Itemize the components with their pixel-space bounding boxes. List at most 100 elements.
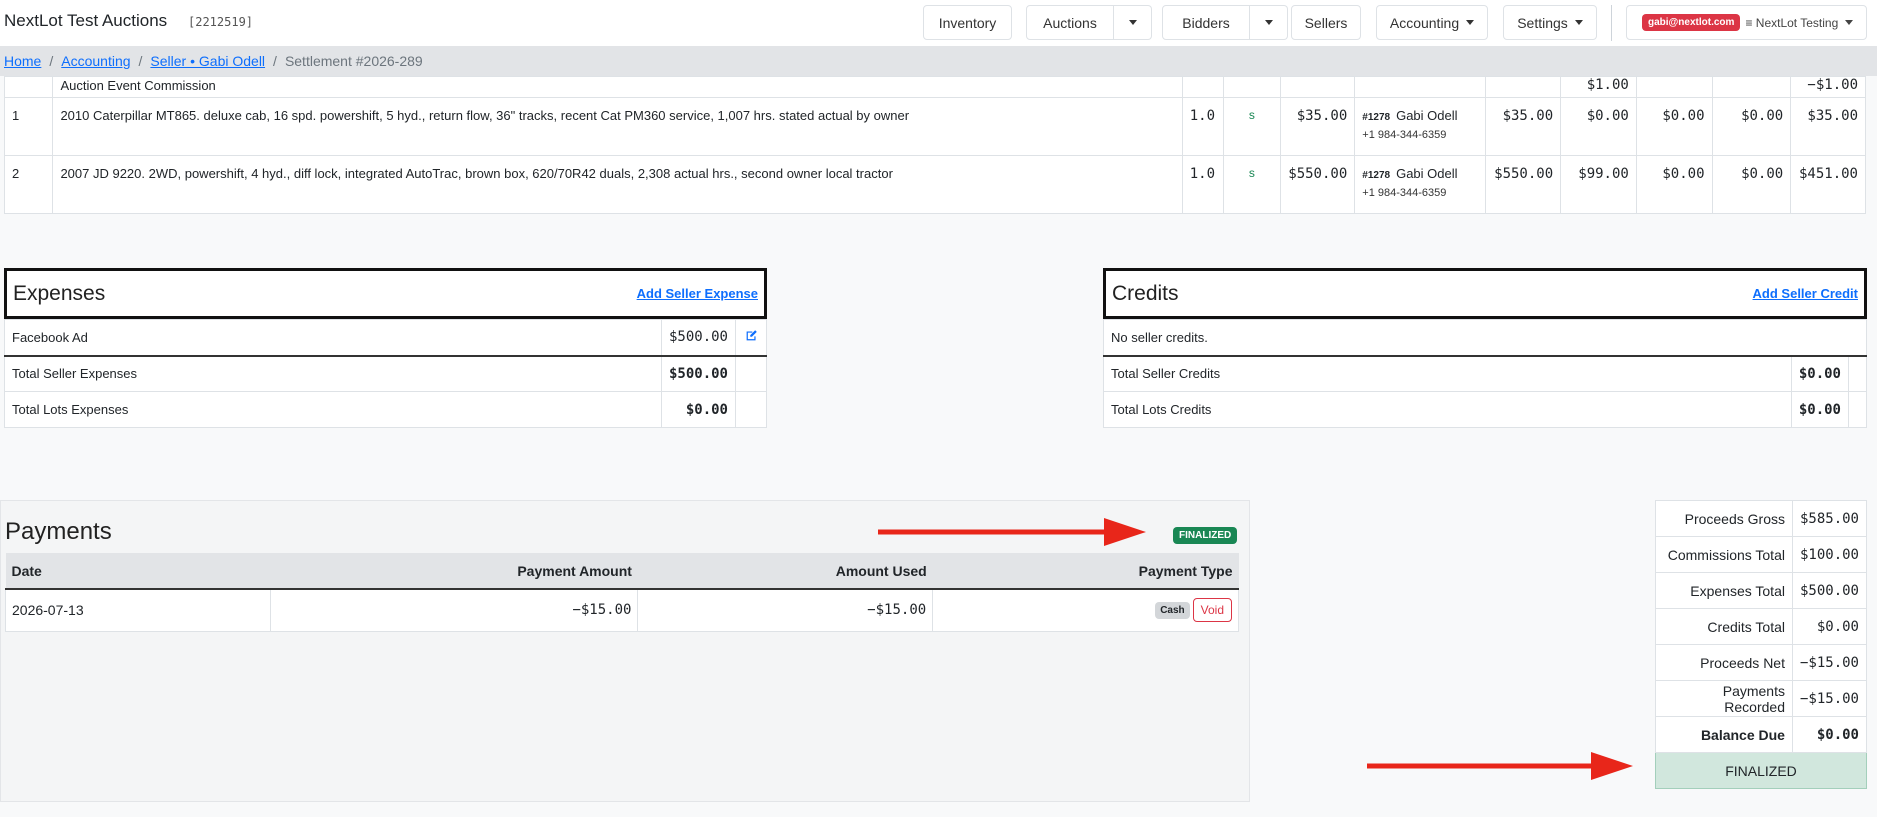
breadcrumb-separator: /: [138, 53, 143, 69]
bidder-number: #1278: [1362, 112, 1391, 123]
summary-row: FINALIZED: [1655, 752, 1867, 789]
user-menu[interactable]: gabi@nextlot.com ≡ NextLot Testing: [1626, 5, 1867, 40]
credits-total-label: Credits Total: [1655, 608, 1793, 645]
total-lots-expenses-amount: $0.00: [660, 391, 737, 428]
commission-description: Auction Event Commission: [60, 78, 216, 93]
lot-price: $35.00: [1279, 97, 1356, 156]
total-seller-credits-label: Total Seller Credits: [1103, 355, 1792, 392]
expense-row: Facebook Ad $500.00: [4, 319, 767, 357]
column-header-date: Date: [5, 553, 271, 590]
total-seller-credits-amount: $0.00: [1790, 355, 1850, 392]
payment-amount: −$15.00: [269, 588, 639, 632]
payments-title: Payments: [5, 518, 112, 545]
lot-description[interactable]: 2007 JD 9220. 2WD, powershift, 4 hyd., d…: [52, 155, 1183, 214]
bidder-name: Gabi Odell: [1396, 108, 1458, 123]
breadcrumb-separator: /: [49, 53, 54, 69]
lot-status: s: [1223, 97, 1281, 156]
breadcrumb-current: Settlement #2026-289: [284, 53, 423, 69]
proceeds-net-value: −$15.00: [1791, 644, 1868, 681]
edit-icon[interactable]: [735, 319, 767, 357]
lot-gross: $550.00: [1485, 155, 1562, 214]
arrow-right-icon: [878, 518, 1146, 546]
caret-down-icon: [1128, 20, 1137, 25]
credits-table: No seller credits. Total Seller Credits …: [1103, 319, 1867, 428]
summary-row: Balance Due $0.00: [1655, 716, 1868, 753]
summary-row: Proceeds Net −$15.00: [1655, 644, 1868, 681]
column-header-payment-type: Payment Type: [932, 553, 1239, 590]
add-seller-expense-link[interactable]: Add Seller Expense: [637, 286, 758, 301]
bidders-dropdown-toggle[interactable]: [1250, 5, 1288, 40]
auctions-dropdown-toggle[interactable]: [1114, 5, 1152, 40]
breadcrumb-accounting[interactable]: Accounting: [61, 53, 130, 69]
lot-credits: $0.00: [1711, 97, 1792, 156]
bidders-button[interactable]: Bidders: [1162, 5, 1250, 40]
tenant-name: ≡ NextLot Testing: [1745, 15, 1839, 30]
balance-due-value: $0.00: [1791, 716, 1868, 753]
accounting-dropdown[interactable]: Accounting: [1376, 5, 1488, 40]
lot-number: 1: [3, 97, 54, 156]
lot-commission: $0.00: [1560, 97, 1637, 156]
lot-net: $35.00: [1790, 97, 1866, 156]
finalized-badge: FINALIZED: [1173, 527, 1238, 544]
add-seller-credit-link[interactable]: Add Seller Credit: [1753, 286, 1858, 301]
lot-buyer[interactable]: #1278 Gabi Odell +1 984-344-6359: [1354, 97, 1487, 156]
bidders-label: Bidders: [1182, 14, 1230, 31]
app-id: [2212519]: [188, 15, 254, 29]
settlement-status: FINALIZED: [1655, 752, 1867, 789]
summary-row: Commissions Total $100.00: [1655, 536, 1868, 573]
settings-dropdown[interactable]: Settings: [1503, 5, 1597, 40]
user-email-badge: gabi@nextlot.com: [1642, 14, 1741, 31]
bidder-phone: +1 984-344-6359: [1362, 129, 1447, 141]
column-header-amount-used: Amount Used: [637, 553, 933, 590]
payment-type-badge: Cash: [1155, 601, 1190, 619]
total-lots-expenses-label: Total Lots Expenses: [4, 391, 662, 428]
expense-label: Facebook Ad: [4, 319, 662, 357]
inventory-button[interactable]: Inventory: [923, 5, 1012, 40]
summary-row: Credits Total $0.00: [1655, 608, 1868, 645]
sellers-button[interactable]: Sellers: [1291, 5, 1361, 40]
lot-qty: 1.0: [1181, 155, 1225, 214]
summary-row: Expenses Total $500.00: [1655, 572, 1868, 609]
void-payment-button[interactable]: Void: [1192, 598, 1232, 623]
payment-amount-used: −$15.00: [637, 588, 934, 632]
nav-divider: [1611, 5, 1612, 41]
lot-qty: 1.0: [1181, 97, 1225, 156]
lot-commission: $99.00: [1560, 155, 1637, 214]
inventory-label: Inventory: [938, 14, 997, 31]
total-lots-credits-label: Total Lots Credits: [1103, 391, 1792, 428]
expenses-total-value: $500.00: [1791, 572, 1868, 609]
settings-label: Settings: [1517, 14, 1568, 31]
sellers-label: Sellers: [1304, 14, 1348, 31]
payments-recorded-value: −$15.00: [1791, 680, 1868, 717]
proceeds-net-label: Proceeds Net: [1655, 644, 1793, 681]
caret-down-icon: [1264, 20, 1273, 25]
lot-gross: $35.00: [1485, 97, 1562, 156]
app-title[interactable]: NextLot Test Auctions: [4, 11, 167, 31]
credit-total-row: Total Lots Credits $0.00: [1103, 391, 1867, 428]
summary-row: Payments Recorded −$15.00: [1655, 680, 1868, 717]
total-seller-expenses-amount: $500.00: [660, 355, 737, 392]
proceeds-gross-value: $585.00: [1791, 500, 1868, 537]
no-credits-text: No seller credits.: [1103, 319, 1867, 357]
table-row: Auction Event Commission $1.00 −$1.00: [3, 76, 1866, 98]
breadcrumb: Home / Accounting / Seller • Gabi Odell …: [0, 46, 1877, 76]
commission-net: −$1.00: [1807, 77, 1858, 94]
total-lots-credits-amount: $0.00: [1790, 391, 1850, 428]
accounting-label: Accounting: [1389, 14, 1460, 31]
summary-row: Proceeds Gross $585.00: [1655, 500, 1868, 537]
proceeds-gross-label: Proceeds Gross: [1655, 500, 1793, 537]
credits-total-value: $0.00: [1791, 608, 1868, 645]
total-seller-expenses-label: Total Seller Expenses: [4, 355, 662, 392]
expense-total-row: Total Seller Expenses $500.00: [4, 355, 767, 392]
lot-description[interactable]: 2010 Caterpillar MT865. deluxe cab, 16 s…: [52, 97, 1183, 156]
commissions-total-label: Commissions Total: [1655, 536, 1793, 573]
lot-credits: $0.00: [1711, 155, 1792, 214]
auctions-button[interactable]: Auctions: [1026, 5, 1114, 40]
payments-header-row: Date Payment Amount Amount Used Payment …: [5, 553, 1239, 590]
breadcrumb-home[interactable]: Home: [4, 53, 41, 69]
lot-buyer[interactable]: #1278 Gabi Odell +1 984-344-6359: [1354, 155, 1487, 214]
caret-down-icon: [1574, 20, 1583, 25]
breadcrumb-seller[interactable]: Seller • Gabi Odell: [150, 53, 265, 69]
commission-amount: $1.00: [1586, 77, 1629, 94]
bidder-phone: +1 984-344-6359: [1362, 187, 1447, 199]
